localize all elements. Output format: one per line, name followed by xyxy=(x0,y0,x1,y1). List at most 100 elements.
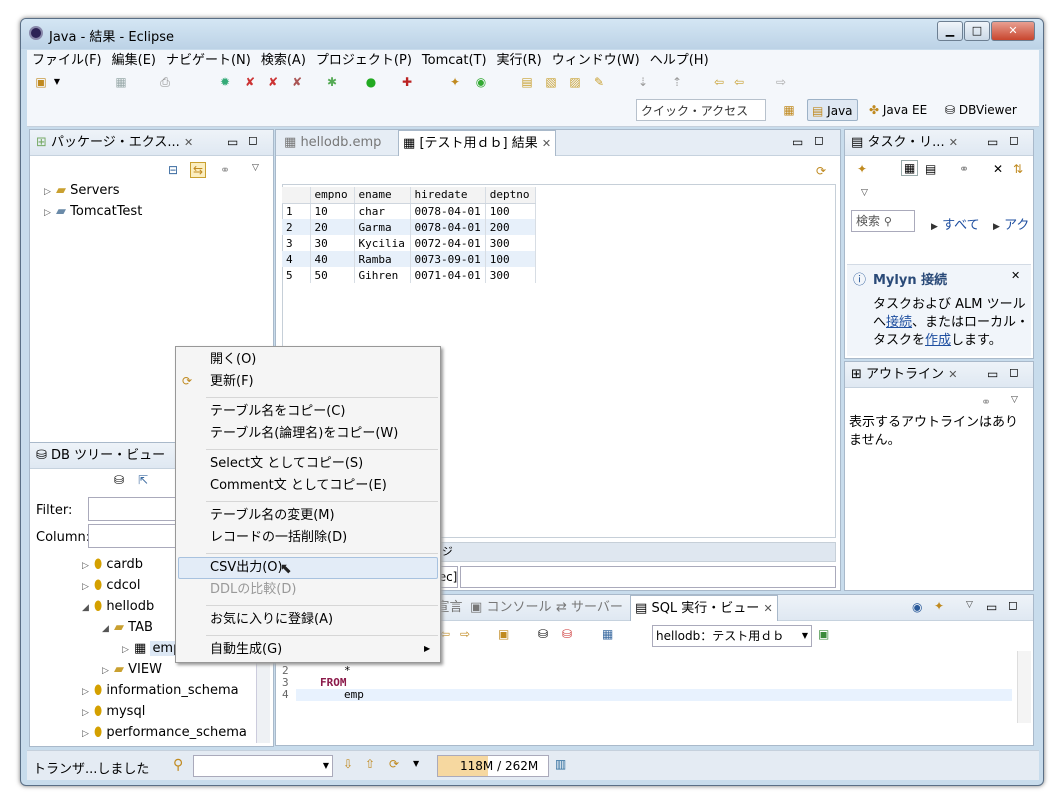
refresh-icon[interactable]: ⟳ xyxy=(816,164,826,178)
new-class-icon[interactable]: ◉ xyxy=(473,74,489,90)
heap-status[interactable]: 118M / 262M xyxy=(437,755,549,777)
table-cell[interactable]: 300 xyxy=(485,235,536,251)
menu-item-refresh[interactable]: 更新(F) xyxy=(210,372,254,392)
table-cell[interactable]: 30 xyxy=(310,235,355,251)
next-annotation-icon[interactable]: ⇣ xyxy=(635,74,651,90)
tab-sql-view[interactable]: ▤ SQL 実行・ビュー ✕ xyxy=(630,595,778,621)
search-tool-icon[interactable]: ▨ xyxy=(567,74,583,90)
connection-select[interactable]: hellodb：テスト用ｄｂ ▼ xyxy=(652,625,812,647)
garbage-collect-icon[interactable]: ▥ xyxy=(555,757,566,771)
perspective-java[interactable]: ▤ Java xyxy=(807,99,858,121)
tomcat-restart-icon[interactable]: ✘ xyxy=(289,74,305,90)
menu-item-copy-table-name[interactable]: テーブル名をコピー(C) xyxy=(210,402,345,422)
tree-item-cardb[interactable]: ▷ ⬮ cardb xyxy=(82,557,143,572)
close-tab-icon[interactable]: ✕ xyxy=(184,136,193,149)
minimize-view-icon[interactable]: ▭ xyxy=(792,135,803,149)
tree-item-table-folder[interactable]: ◢ ▰ TAB xyxy=(102,620,153,635)
task-search-input[interactable]: 検索 ⚲ xyxy=(851,210,915,232)
new-dropdown-icon[interactable]: ▼ xyxy=(49,74,65,90)
debug-run-icon[interactable]: ✱ xyxy=(324,74,340,90)
sql-run-icon[interactable]: ⛁ xyxy=(538,627,548,641)
table-cell[interactable]: 0071-04-01 xyxy=(410,267,486,283)
table-cell[interactable]: 5 xyxy=(282,267,311,283)
menu-tomcat[interactable]: Tomcat(T) xyxy=(417,50,492,71)
db-connect-icon[interactable]: ⛁ xyxy=(114,473,124,487)
minimize-view-icon[interactable]: ▭ xyxy=(987,135,998,149)
close-tab-icon[interactable]: ✕ xyxy=(948,368,957,381)
search-icon[interactable]: ⚲ xyxy=(173,757,183,773)
menu-item-copy-comment[interactable]: Comment文 としてコピー(E) xyxy=(210,476,387,496)
new-task-icon[interactable]: ✦ xyxy=(857,162,867,176)
table-cell[interactable]: 3 xyxy=(282,235,311,251)
nav-down-icon[interactable]: ⇩ xyxy=(343,757,353,771)
column-header[interactable]: empno xyxy=(310,187,355,204)
new-icon[interactable]: ▣ xyxy=(33,74,49,90)
forward-icon[interactable]: ⇨ xyxy=(773,74,789,90)
quick-access-input[interactable]: クイック・アクセス xyxy=(636,99,766,121)
table-cell[interactable]: 0073-09-01 xyxy=(410,251,486,267)
sql-back-icon[interactable]: ⇦ xyxy=(440,627,450,641)
filter-icon[interactable]: ⚭ xyxy=(220,163,230,177)
menu-item-delete-records[interactable]: レコードの一括削除(D) xyxy=(210,528,347,548)
run-icon[interactable]: ● xyxy=(363,74,379,90)
table-cell[interactable]: Ramba xyxy=(354,251,411,267)
maximize-view-icon[interactable]: ◻ xyxy=(248,133,258,147)
help-icon[interactable]: ◉ xyxy=(912,600,922,614)
view-menu-icon[interactable]: ▽ xyxy=(252,163,259,173)
external-tools-icon[interactable]: ✚ xyxy=(399,74,415,90)
nav-up-icon[interactable]: ⇧ xyxy=(365,757,375,771)
maximize-view-icon[interactable]: ◻ xyxy=(1008,598,1018,612)
back-icon[interactable]: ⇦ xyxy=(711,74,727,90)
table-cell[interactable]: 4 xyxy=(282,251,311,267)
table-cell[interactable]: 10 xyxy=(310,203,355,219)
table-cell[interactable]: 2 xyxy=(282,219,311,235)
minimize-view-icon[interactable]: ▭ xyxy=(227,135,238,149)
column-header[interactable]: hiredate xyxy=(410,187,486,204)
back-dropdown-icon[interactable]: ⇦ xyxy=(731,74,747,90)
menu-item-rename-table[interactable]: テーブル名の変更(M) xyxy=(210,506,335,526)
tab-servers[interactable]: ⇄ サーバー xyxy=(552,595,627,621)
column-header[interactable]: ename xyxy=(354,187,411,204)
connect-icon[interactable]: ▣ xyxy=(818,627,829,641)
synchronize-icon[interactable]: ⇅ xyxy=(1013,162,1023,176)
tree-item-mysql[interactable]: ▷ ⬮ mysql xyxy=(82,704,145,719)
hide-completed-icon[interactable]: ⚭ xyxy=(959,162,969,176)
new-java-project-icon[interactable]: ✦ xyxy=(447,74,463,90)
table-cell[interactable]: 100 xyxy=(485,203,536,219)
tab-console[interactable]: ▣ コンソール xyxy=(466,595,555,621)
menu-navigate[interactable]: ナビゲート(N) xyxy=(161,50,256,71)
table-cell[interactable]: 100 xyxy=(485,251,536,267)
close-tab-icon[interactable]: ✕ xyxy=(949,136,958,149)
tab-result[interactable]: ▦ [テスト用ｄｂ] 結果 ✕ xyxy=(398,130,557,156)
tree-item-servers[interactable]: ▷ ▰ Servers xyxy=(44,183,120,198)
close-tab-icon[interactable]: ✕ xyxy=(542,137,551,150)
collapse-all-icon[interactable]: ⊟ xyxy=(168,163,178,177)
print-icon[interactable]: ⎙ xyxy=(157,74,173,90)
close-tab-icon[interactable]: ✕ xyxy=(763,602,772,615)
db-refresh-icon[interactable]: ⇱ xyxy=(138,473,148,487)
sql-history-icon[interactable]: ▦ xyxy=(602,627,613,641)
new-icon[interactable]: ✦ xyxy=(934,599,944,613)
categorized-icon[interactable]: ▦ xyxy=(901,160,919,176)
status-search-input[interactable]: ▼ xyxy=(193,755,333,777)
table-row[interactable]: 5 50 Gihren 0071-04-01 300 xyxy=(282,267,536,283)
maximize-view-icon[interactable]: ◻ xyxy=(1009,365,1019,379)
menu-project[interactable]: プロジェクト(P) xyxy=(311,50,417,71)
menu-item-auto-generate[interactable]: 自動生成(G) xyxy=(210,640,282,660)
menu-help[interactable]: ヘルプ(H) xyxy=(645,50,714,71)
table-cell[interactable]: 1 xyxy=(282,203,311,219)
tree-item-tomcattest[interactable]: ▷ ▰ TomcatTest xyxy=(44,204,142,219)
menu-search[interactable]: 検索(A) xyxy=(256,50,311,71)
table-cell[interactable]: 50 xyxy=(310,267,355,283)
table-cell[interactable]: 20 xyxy=(310,219,355,235)
maximize-button[interactable]: □ xyxy=(964,21,990,41)
maximize-view-icon[interactable]: ◻ xyxy=(1009,133,1019,147)
menu-run[interactable]: 実行(R) xyxy=(492,50,547,71)
table-cell[interactable]: Garma xyxy=(354,219,411,235)
minimize-view-icon[interactable]: ▭ xyxy=(987,367,998,381)
menu-item-add-favorite[interactable]: お気に入りに登録(A) xyxy=(210,610,333,630)
table-cell[interactable]: char xyxy=(354,203,411,219)
table-cell[interactable]: Gihren xyxy=(354,267,411,283)
table-cell[interactable]: 300 xyxy=(485,267,536,283)
table-row[interactable]: 2 20 Garma 0078-04-01 200 xyxy=(282,219,536,235)
